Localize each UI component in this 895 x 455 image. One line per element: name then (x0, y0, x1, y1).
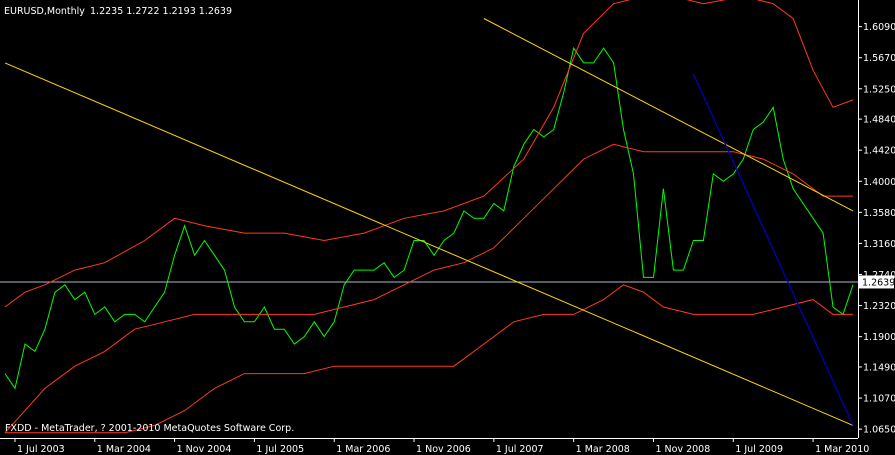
x-tick-label: 1 Nov 2008 (655, 444, 710, 455)
current-price-label: 1.2639 (862, 277, 895, 288)
x-tick-label: 1 Jul 2007 (496, 444, 544, 455)
x-tick-label: 1 Jul 2003 (17, 444, 65, 455)
y-axis: 1.6090 1.5670 1.5250 1.4840 1.4420 1.4000 1.35… (858, 22, 895, 436)
x-tick-label: 1 Mar 2006 (336, 444, 390, 455)
chart-header-symbol: EURUSD,Monthly (4, 6, 85, 17)
series-price (4, 46, 854, 390)
y-tick-label: 1.4840 (863, 115, 895, 126)
chart: 1.6090 1.5670 1.5250 1.4840 1.4420 1.4000 1.35… (0, 0, 895, 455)
x-axis: 1 Jul 2003 1 Mar 2004 1 Nov 2004 1 Jul 2005… (14, 438, 869, 455)
y-tick-label: 1.3160 (863, 239, 895, 250)
series-middle-band (4, 143, 853, 434)
series-channel-lower (4, 62, 854, 426)
x-tick-label: 1 Nov 2004 (177, 444, 232, 455)
y-tick-label: 1.4000 (863, 177, 895, 188)
y-tick-label: 1.6090 (863, 22, 895, 33)
y-tick-label: 1.2320 (863, 301, 895, 312)
y-tick-label: 1.5670 (863, 53, 895, 64)
series-channel-upper (483, 18, 854, 212)
plot-area (0, 0, 858, 434)
x-tick-label: 1 Mar 2010 (815, 444, 869, 455)
x-tick-label: 1 Nov 2006 (416, 444, 471, 455)
y-tick-label: 1.5250 (863, 84, 895, 95)
series-trendline-blue (692, 73, 854, 426)
chart-header-ohlc: 1.2235 1.2722 1.2193 1.2639 (90, 6, 232, 17)
y-tick-label: 1.3580 (863, 208, 895, 219)
x-tick-label: 1 Mar 2008 (576, 444, 630, 455)
current-price-marker: 1.2639 (859, 275, 895, 289)
series-upper-band (4, 0, 854, 308)
x-tick-label: 1 Jul 2009 (735, 444, 783, 455)
series-lower-band (5, 284, 853, 434)
y-tick-label: 1.0650 (863, 425, 895, 436)
y-tick-label: 1.1900 (863, 332, 895, 343)
y-tick-label: 1.1070 (863, 394, 895, 405)
y-tick-label: 1.1490 (863, 362, 895, 373)
x-tick-label: 1 Mar 2004 (97, 444, 151, 455)
x-tick-label: 1 Jul 2005 (256, 444, 304, 455)
footer-copyright: FXDD - MetaTrader, ? 2001-2010 MetaQuote… (5, 423, 294, 434)
y-tick-label: 1.4420 (863, 146, 895, 157)
